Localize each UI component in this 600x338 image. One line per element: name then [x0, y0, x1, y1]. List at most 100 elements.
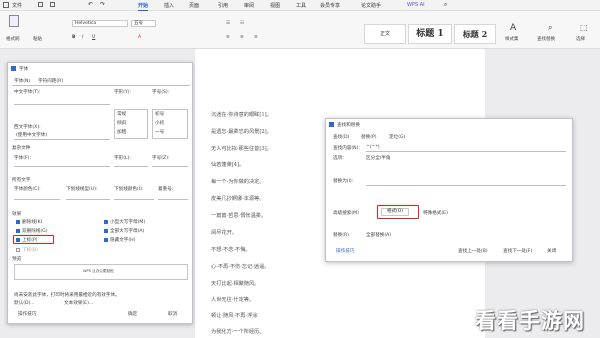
menu-insert[interactable]: 插入	[164, 2, 174, 9]
subscript-checkbox[interactable]	[16, 248, 20, 252]
small-caps-label: 小型大写字母(M)	[110, 220, 146, 225]
find-content-input[interactable]: ^(^*)	[366, 145, 380, 150]
emphasis-select[interactable]	[158, 199, 188, 200]
app-menu-icon[interactable]	[3, 2, 9, 8]
select-button[interactable]: 选择	[576, 36, 585, 42]
search-icon[interactable]: ⌕	[444, 1, 447, 9]
cancel-button[interactable]: 取消	[168, 311, 177, 317]
bullet-list-icon[interactable]: ☰	[226, 21, 230, 26]
style-heading-1[interactable]: 标题 1	[408, 24, 452, 44]
select-icon[interactable]: ⬚	[580, 23, 588, 32]
close-button[interactable]: 关闭	[547, 248, 556, 254]
style-option[interactable]: 倾斜	[117, 120, 126, 126]
double-strikethrough-checkbox[interactable]	[16, 229, 20, 233]
replace-all-button[interactable]: 全部替换(A)	[366, 232, 391, 238]
superscript-highlight	[13, 235, 54, 244]
font-note-text: 尚未安装此字体，打印时将采用最相近的有效字体。	[14, 293, 120, 298]
size-option[interactable]: 一号	[155, 129, 164, 135]
menu-review[interactable]: 审阅	[244, 2, 254, 9]
complex-size-label: 字号(Z):	[152, 156, 170, 161]
undo-icon[interactable]: ↶	[88, 1, 93, 8]
chinese-font-input[interactable]	[14, 104, 110, 105]
menu-thesis[interactable]: 论文助手	[361, 2, 381, 9]
all-caps-label: 全部大写字母(A)	[110, 229, 145, 234]
doc-line: 每一个·为你做的决定。	[211, 179, 265, 185]
all-caps-checkbox[interactable]	[104, 229, 108, 233]
bold-icon[interactable]: B	[72, 35, 75, 40]
hidden-text-checkbox[interactable]	[104, 238, 108, 242]
complex-section-label: 复杂文种	[12, 146, 31, 151]
find-replace-icon[interactable]: ⌕	[548, 23, 552, 33]
find-next-button[interactable]: 查找下一处(F)	[503, 248, 532, 254]
font-color-select[interactable]	[14, 199, 60, 200]
size-option[interactable]: 小初	[155, 120, 164, 126]
wps-logo-icon	[11, 66, 16, 71]
tab-font[interactable]: 字体(N)	[14, 78, 30, 84]
menu-home[interactable]: 开始	[138, 2, 149, 11]
strikethrough-checkbox[interactable]	[16, 220, 20, 224]
menu-page[interactable]: 页面	[189, 2, 199, 9]
style-normal[interactable]: 正文	[364, 24, 406, 44]
underline-type-select[interactable]	[66, 199, 110, 200]
chinese-font-label: 中文字体(T):	[14, 90, 41, 95]
find-content-label: 查找内容(N):	[333, 146, 360, 151]
default-button[interactable]: 默认(D)...	[14, 300, 35, 306]
paste-button[interactable]: 粘贴	[33, 36, 42, 42]
ribbon: 格式刷 粘贴 Helvetica 五号 B I U A ☰ ☷ ≡ ≡ ≡ 正文…	[0, 11, 600, 49]
menu-file[interactable]: 文件	[12, 2, 22, 9]
replace-with-input[interactable]	[366, 185, 566, 186]
hidden-text-label: 隐藏文字(H)	[110, 238, 136, 243]
style-option[interactable]: 常规	[117, 111, 126, 117]
redo-icon[interactable]: ↷	[100, 1, 105, 8]
style-option[interactable]: 加粗	[117, 129, 126, 135]
menu-tools[interactable]: 工具	[296, 2, 306, 9]
font-size-list[interactable]: 初号 小初 一号	[152, 109, 188, 139]
align-center-icon[interactable]: ≡	[240, 35, 244, 40]
complex-style-label: 字形(L):	[114, 156, 131, 161]
find-tips-button[interactable]: 操作技巧	[336, 248, 354, 254]
underline-color-select[interactable]	[114, 199, 154, 200]
underline-icon[interactable]: U	[92, 35, 95, 40]
paste-icon[interactable]	[9, 15, 19, 27]
size-option[interactable]: 初号	[155, 111, 164, 117]
style-set-button[interactable]: 样式集	[505, 36, 519, 42]
print-icon[interactable]	[50, 2, 55, 7]
format-painter-button[interactable]: 格式刷	[6, 36, 20, 42]
style-heading-2[interactable]: 标题 2	[454, 24, 496, 44]
complex-font-input[interactable]	[14, 166, 110, 167]
wps-ai-button[interactable]: WPS AI	[407, 2, 425, 8]
small-caps-checkbox[interactable]	[104, 220, 108, 224]
doc-line: 一篇篇·哲思·惆怅温柔。	[211, 213, 267, 219]
doc-line: 无人可比拟·那些往昔[3]。	[211, 146, 272, 152]
menu-bar: 文件 ↶ ↷ 开始 插入 页面 引用 审阅 视图 工具 会员专享 论文助手 WP…	[0, 0, 600, 11]
tab-goto[interactable]: 定位(G)	[389, 134, 405, 140]
complex-style-input[interactable]	[114, 166, 148, 167]
tab-find[interactable]: 查找(D)	[333, 134, 349, 140]
font-name-select[interactable]: Helvetica	[72, 20, 128, 27]
special-format-button[interactable]: 特殊格式(E)	[423, 210, 448, 216]
align-left-icon[interactable]: ≡	[226, 35, 230, 40]
text-effects-button[interactable]: 文本效果(E)...	[64, 300, 93, 306]
replace-button[interactable]: 替换(R)	[333, 232, 349, 238]
advanced-search-button[interactable]: 高级搜索(M)	[333, 210, 359, 216]
complex-size-input[interactable]	[152, 166, 188, 167]
font-color-icon[interactable]: A	[138, 35, 141, 40]
align-right-icon[interactable]: ≡	[254, 35, 258, 40]
font-style-list[interactable]: 常规 倾斜 加粗	[114, 109, 148, 139]
italic-icon[interactable]: I	[82, 35, 83, 40]
style-set-icon[interactable]: A	[510, 23, 516, 33]
find-replace-button[interactable]: 查找替换	[537, 36, 555, 42]
ok-button[interactable]: 确定	[128, 311, 137, 317]
tab-char-spacing[interactable]: 字符间距(R)	[38, 78, 63, 84]
find-previous-button[interactable]: 查找上一处(B)	[458, 248, 488, 254]
font-size-select[interactable]: 五号	[131, 20, 156, 27]
doc-line: 人世无往·什定等。	[211, 297, 255, 303]
menu-member[interactable]: 会员专享	[320, 2, 340, 9]
save-icon[interactable]	[38, 2, 43, 7]
numbered-list-icon[interactable]: ☷	[240, 21, 244, 26]
menu-reference[interactable]: 引用	[218, 2, 228, 9]
western-font-select[interactable]: (使用中文字体)	[16, 132, 47, 138]
tab-replace[interactable]: 替换(P)	[361, 134, 377, 140]
menu-view[interactable]: 视图	[270, 2, 280, 9]
tips-button[interactable]: 操作技巧	[18, 311, 36, 317]
